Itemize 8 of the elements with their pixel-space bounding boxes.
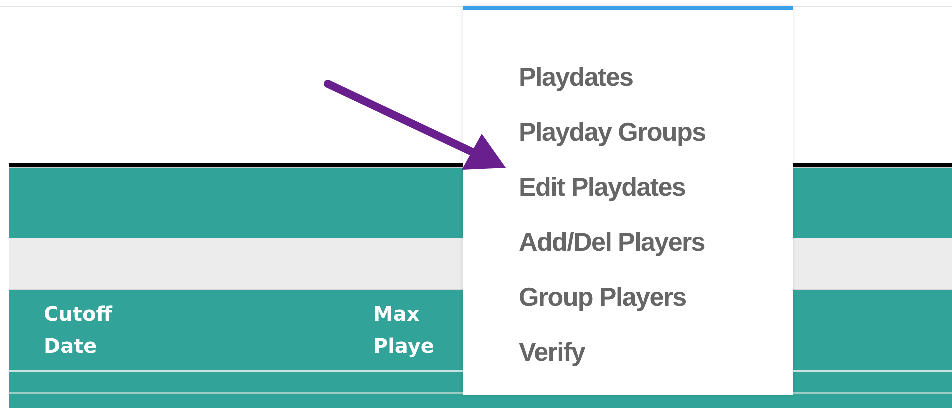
menu-item[interactable]: Verify [519,325,586,380]
menu-item[interactable]: Edit Playdates [519,160,686,215]
menu-item[interactable]: Group Players [519,270,686,325]
menu-item[interactable]: Playday Groups [519,105,706,160]
column-header: Max Playe [373,301,434,360]
menu-item[interactable]: Playdates [519,50,634,105]
menu-item[interactable]: Add/Del Players [519,215,705,270]
column-header: Cutoff Date [44,301,112,360]
